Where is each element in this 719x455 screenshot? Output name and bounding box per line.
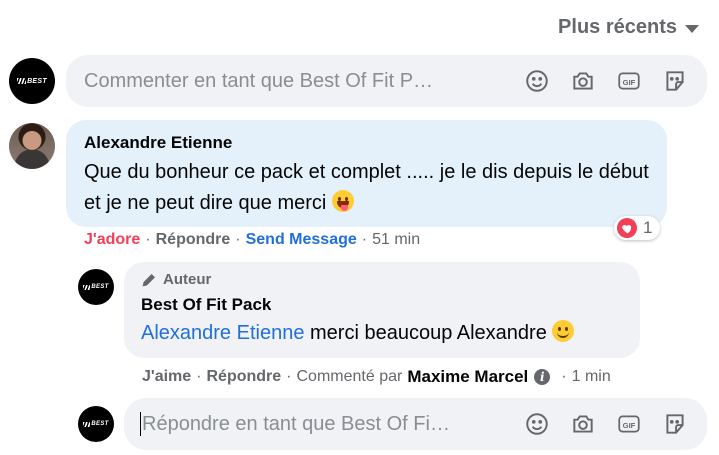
separator: · [286,368,292,385]
winking-tongue-emoji-icon [331,190,354,212]
comment-text: Que du bonheur ce pack et complet ..... … [84,157,649,219]
reply-body: merci beaucoup Alexandre [304,322,547,344]
reply-button[interactable]: Répondre [207,368,282,386]
commenter-name[interactable]: Maxime Marcel [407,367,528,387]
text-cursor [140,412,141,436]
love-button[interactable]: J'adore [84,231,140,249]
avatar[interactable]: BEST [9,58,55,104]
camera-icon[interactable] [569,410,597,438]
send-message-link[interactable]: Send Message [246,231,357,249]
separator: · [561,368,567,385]
comment-bubble: Alexandre Etienne Que du bonheur ce pack… [66,120,667,227]
sticker-icon[interactable] [661,410,689,438]
comment-input[interactable]: Commenter en tant que Best Of Fit P… [84,70,523,93]
camera-icon[interactable] [569,67,597,95]
brand-logo: BEST [83,421,108,427]
reply-composer-avatar[interactable]: BEST [78,406,114,442]
reply-timestamp[interactable]: 1 min [572,368,611,386]
separator: · [361,231,368,248]
chevron-down-icon [685,25,699,33]
gif-icon[interactable]: GIF [615,410,643,438]
reply-avatar[interactable]: BEST [78,269,114,305]
info-icon[interactable]: i [534,369,551,385]
svg-text:GIF: GIF [623,78,636,87]
reply-author[interactable]: Best Of Fit Pack [141,295,623,315]
commenter-avatar[interactable] [9,123,55,169]
author-badge-label: Auteur [163,271,212,288]
reaction-count: 1 [643,218,653,237]
sort-dropdown[interactable]: Plus récents [558,16,699,39]
emoji-icon[interactable] [523,410,551,438]
reply-composer[interactable]: Répondre en tant que Best Of Fi… GIF [124,398,707,450]
heart-icon [617,218,637,238]
separator: · [235,231,241,248]
brand-logo: BEST [83,284,108,290]
comment-author[interactable]: Alexandre Etienne [84,133,649,153]
gif-icon[interactable]: GIF [615,67,643,95]
reply-input[interactable]: Répondre en tant que Best Of Fi… [142,413,523,436]
comment-actions: J'adore · Répondre · Send Message · 51 m… [84,231,420,249]
mention-link[interactable]: Alexandre Etienne [141,322,304,344]
reply-text: Alexandre Etienne merci beaucoup Alexand… [141,318,623,349]
separator: · [145,231,151,248]
like-button[interactable]: J'aime [142,368,191,386]
reply-button[interactable]: Répondre [156,231,231,249]
composer-tools: GIF [523,67,707,95]
smiling-emoji-icon [552,320,575,342]
comment-composer[interactable]: Commenter en tant que Best Of Fit P… GIF [66,55,707,107]
brand-logo: BEST [17,78,47,85]
sticker-icon[interactable] [661,67,689,95]
commented-by-label: Commenté par [296,368,403,385]
reply-actions: J'aime · Répondre · Commenté par Maxime … [142,367,611,387]
reply-bubble: Auteur Best Of Fit Pack Alexandre Etienn… [124,262,640,358]
pencil-icon [142,274,155,287]
composer-tools: GIF [523,410,707,438]
sort-label: Plus récents [558,16,677,38]
svg-text:GIF: GIF [623,421,636,430]
author-badge: Auteur [141,271,623,288]
comment-body: Que du bonheur ce pack et complet ..... … [84,161,649,214]
separator: · [196,368,202,385]
comment-timestamp[interactable]: 51 min [372,231,420,249]
reaction-summary[interactable]: 1 [614,216,661,240]
emoji-icon[interactable] [523,67,551,95]
